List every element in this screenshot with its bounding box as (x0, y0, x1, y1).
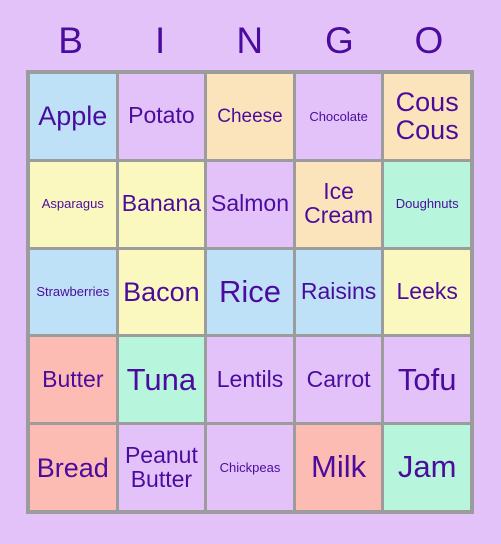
bingo-cell-label: Cous Cous (395, 87, 459, 146)
bingo-cell-label: Carrot (306, 365, 371, 392)
bingo-card: B I N G O Apple Potato Cheese Chocolate Cous… (0, 0, 501, 544)
bingo-cell[interactable]: Cheese (207, 74, 293, 159)
bingo-cell-label: Salmon (211, 190, 289, 217)
bingo-cell-label: Rice (218, 273, 281, 309)
bingo-cell[interactable]: Salmon (207, 161, 293, 247)
bingo-cell[interactable]: Lentils (207, 337, 293, 423)
bingo-cell[interactable]: Carrot (295, 337, 382, 423)
bingo-cell-label: Strawberries (36, 284, 110, 300)
bingo-cell-label: Chickpeas (219, 459, 281, 475)
bingo-grid: Apple Potato Cheese Chocolate Cous Cous Aspar… (26, 70, 474, 514)
bingo-cell-label: Banana (121, 190, 202, 217)
bingo-cell[interactable]: Tuna (118, 337, 205, 423)
bingo-cell[interactable]: Raisins (295, 249, 382, 335)
header-letter-b: B (58, 19, 84, 61)
header-letter-n: N (236, 19, 264, 61)
header-letter-i: I (155, 19, 166, 61)
bingo-cell-label: Asparagus (41, 196, 104, 212)
bingo-cell-label: Tuna (126, 361, 197, 397)
bingo-cell-label: Tofu (397, 361, 457, 397)
bingo-cell-label: Butter (42, 365, 104, 392)
bingo-cell[interactable]: Doughnuts (384, 161, 470, 247)
bingo-cell-label: Bread (36, 452, 109, 483)
bingo-cell-label: Doughnuts (395, 196, 459, 212)
bingo-cell-label: Raisins (300, 278, 377, 305)
bingo-cell[interactable]: Butter (30, 337, 116, 423)
bingo-cell[interactable]: Chocolate (295, 74, 382, 159)
bingo-cell[interactable]: Asparagus (30, 161, 116, 247)
bingo-cell[interactable]: Banana (118, 161, 205, 247)
header-letter-g: G (324, 19, 355, 61)
bingo-cell[interactable]: Bread (30, 425, 116, 510)
bingo-cell-label: Milk (311, 449, 367, 485)
bingo-cell[interactable]: Strawberries (30, 249, 116, 335)
bingo-cell[interactable]: Ice Cream (295, 161, 382, 247)
bingo-cell[interactable]: Peanut Butter (118, 425, 205, 510)
bingo-cell-label: Peanut Butter (124, 441, 198, 492)
bingo-cell[interactable]: Rice (207, 249, 293, 335)
bingo-cell-label: Ice Cream (304, 178, 374, 229)
bingo-cell[interactable]: Leeks (384, 249, 470, 335)
bingo-header: B I N G O (26, 14, 474, 66)
bingo-cell[interactable]: Milk (295, 425, 382, 510)
bingo-cell[interactable]: Chickpeas (207, 425, 293, 510)
bingo-cell-label: Potato (128, 102, 195, 129)
bingo-cell[interactable]: Cous Cous (384, 74, 470, 159)
bingo-cell-label: Leeks (396, 278, 458, 305)
bingo-cell[interactable]: Bacon (118, 249, 205, 335)
bingo-cell[interactable]: Jam (384, 425, 470, 510)
bingo-cell[interactable]: Tofu (384, 337, 470, 423)
bingo-cell[interactable]: Apple (30, 74, 116, 159)
bingo-cell[interactable]: Potato (118, 74, 205, 159)
bingo-cell-label: Lentils (216, 365, 284, 392)
bingo-cell-label: Apple (38, 101, 108, 132)
bingo-cell-label: Chocolate (309, 108, 368, 124)
header-letter-o: O (414, 19, 444, 61)
bingo-cell-label: Jam (397, 449, 457, 485)
bingo-cell-label: Cheese (217, 105, 283, 127)
bingo-cell-label: Bacon (123, 276, 200, 307)
